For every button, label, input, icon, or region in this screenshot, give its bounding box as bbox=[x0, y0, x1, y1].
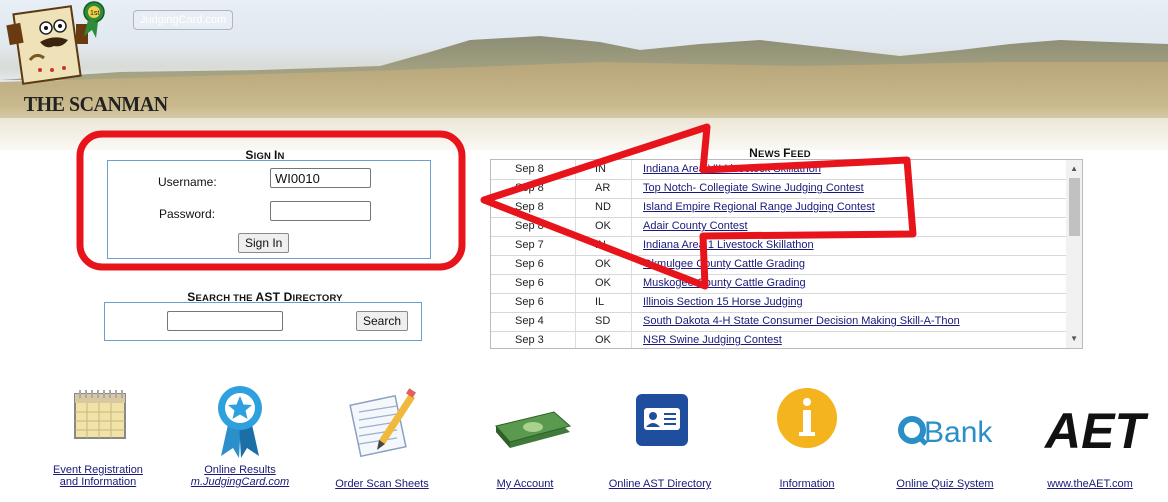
news-state: AR bbox=[595, 182, 611, 194]
news-date: Sep 7 bbox=[515, 239, 544, 251]
news-row: Sep 8 ND Island Empire Regional Range Judg… bbox=[491, 198, 1067, 218]
tile-label-secondary[interactable]: m.JudgingCard.com bbox=[175, 476, 305, 488]
scroll-thumb[interactable] bbox=[1069, 178, 1080, 236]
svg-text:AET: AET bbox=[1043, 403, 1149, 458]
tile-label[interactable]: www.theAET.com bbox=[1025, 478, 1155, 490]
news-item-link[interactable]: Top Notch- Collegiate Swine Judging Cont… bbox=[643, 182, 864, 194]
news-feed-list[interactable]: Sep 8 IN Indiana Area VII Livestock Skilla… bbox=[490, 159, 1083, 349]
username-input[interactable] bbox=[270, 168, 371, 188]
tile-label[interactable]: Online Quiz System bbox=[880, 478, 1010, 490]
password-input[interactable] bbox=[270, 201, 371, 221]
news-date: Sep 3 bbox=[515, 334, 544, 346]
news-row: Sep 8 OK Adair County Contest bbox=[491, 217, 1067, 237]
news-row: Sep 6 IL Illinois Section 15 Horse Judging bbox=[491, 293, 1067, 313]
scanman-logo-icon[interactable]: 1st bbox=[0, 0, 108, 96]
news-state: OK bbox=[595, 277, 611, 289]
news-date: Sep 6 bbox=[515, 277, 544, 289]
news-row: Sep 6 OK Muskogee County Cattle Grading bbox=[491, 274, 1067, 294]
header-banner: JudgingCard.com 1st THE SCANMAN bbox=[0, 0, 1168, 150]
news-date: Sep 6 bbox=[515, 258, 544, 270]
news-scrollbar[interactable]: ▲ ▼ bbox=[1066, 160, 1082, 348]
news-date: Sep 4 bbox=[515, 315, 544, 327]
news-state: IL bbox=[595, 296, 605, 308]
svg-text:Bank: Bank bbox=[924, 416, 993, 449]
news-row: Sep 6 OK Okmulgee County Cattle Grading bbox=[491, 255, 1067, 275]
news-item-link[interactable]: Okmulgee County Cattle Grading bbox=[643, 258, 805, 270]
tile-label[interactable]: Online Results bbox=[175, 464, 305, 476]
contact-card-icon[interactable] bbox=[595, 380, 725, 458]
calendar-icon[interactable] bbox=[33, 380, 163, 458]
search-button[interactable]: Search bbox=[356, 311, 409, 331]
news-date: Sep 8 bbox=[515, 182, 544, 194]
tile-label[interactable]: Event Registration bbox=[33, 464, 163, 476]
scroll-up-arrow-icon[interactable]: ▲ bbox=[1070, 164, 1078, 173]
award-ribbon-icon[interactable] bbox=[175, 380, 305, 458]
scan-sheet-pencil-icon[interactable] bbox=[317, 380, 447, 458]
tile-label[interactable]: Online AST Directory bbox=[595, 478, 725, 490]
scanman-logo-text: THE SCANMAN bbox=[23, 92, 168, 116]
news-date: Sep 8 bbox=[515, 163, 544, 175]
news-row: Sep 8 IN Indiana Area VII Livestock Skilla… bbox=[491, 160, 1067, 180]
news-state: IN bbox=[595, 239, 606, 251]
money-stack-icon[interactable] bbox=[460, 380, 590, 458]
signin-panel: Username: Password: Sign In bbox=[107, 160, 431, 259]
tile-label[interactable]: Information bbox=[742, 478, 872, 490]
password-label: Password: bbox=[159, 207, 216, 221]
news-state: OK bbox=[595, 220, 611, 232]
info-icon[interactable] bbox=[742, 380, 872, 458]
news-row: Sep 4 SD South Dakota 4-H State Consumer D… bbox=[491, 312, 1067, 332]
news-state: OK bbox=[595, 334, 611, 346]
news-item-link[interactable]: South Dakota 4-H State Consumer Decision… bbox=[643, 315, 960, 327]
directory-search-input[interactable] bbox=[167, 311, 283, 331]
news-state: ND bbox=[595, 201, 611, 213]
news-item-link[interactable]: Adair County Contest bbox=[643, 220, 748, 232]
judgingcard-badge[interactable]: JudgingCard.com bbox=[133, 10, 234, 30]
svg-text:1st: 1st bbox=[90, 10, 99, 17]
tile-label[interactable]: My Account bbox=[460, 478, 590, 490]
scroll-down-arrow-icon[interactable]: ▼ bbox=[1070, 334, 1078, 343]
news-date: Sep 8 bbox=[515, 220, 544, 232]
news-state: IN bbox=[595, 163, 606, 175]
news-item-link[interactable]: Muskogee County Cattle Grading bbox=[643, 277, 806, 289]
news-row: Sep 8 AR Top Notch- Collegiate Swine Judgi… bbox=[491, 179, 1067, 199]
username-label: Username: bbox=[158, 175, 217, 189]
news-row: Sep 3 OK NSR Swine Judging Contest bbox=[491, 331, 1067, 348]
news-item-link[interactable]: Indiana Area 1 Livestock Skillathon bbox=[643, 239, 814, 251]
tile-label-secondary[interactable]: and Information bbox=[33, 476, 163, 488]
news-item-link[interactable]: NSR Swine Judging Contest bbox=[643, 334, 782, 346]
news-item-link[interactable]: Island Empire Regional Range Judging Con… bbox=[643, 201, 875, 213]
qbank-logo-icon[interactable]: Bank bbox=[880, 380, 1010, 458]
aet-logo-icon[interactable]: AET bbox=[1025, 380, 1155, 459]
news-item-link[interactable]: Illinois Section 15 Horse Judging bbox=[643, 296, 803, 308]
news-date: Sep 6 bbox=[515, 296, 544, 308]
news-item-link[interactable]: Indiana Area VII Livestock Skillathon bbox=[643, 163, 821, 175]
news-row: Sep 7 IN Indiana Area 1 Livestock Skillath… bbox=[491, 236, 1067, 256]
news-state: SD bbox=[595, 315, 611, 327]
news-date: Sep 8 bbox=[515, 201, 544, 213]
news-feed-heading: NEWS FEED bbox=[749, 146, 811, 160]
tile-label[interactable]: Order Scan Sheets bbox=[317, 478, 447, 490]
search-panel: Search bbox=[104, 302, 422, 341]
news-state: OK bbox=[595, 258, 611, 270]
signin-button[interactable]: Sign In bbox=[238, 233, 290, 253]
